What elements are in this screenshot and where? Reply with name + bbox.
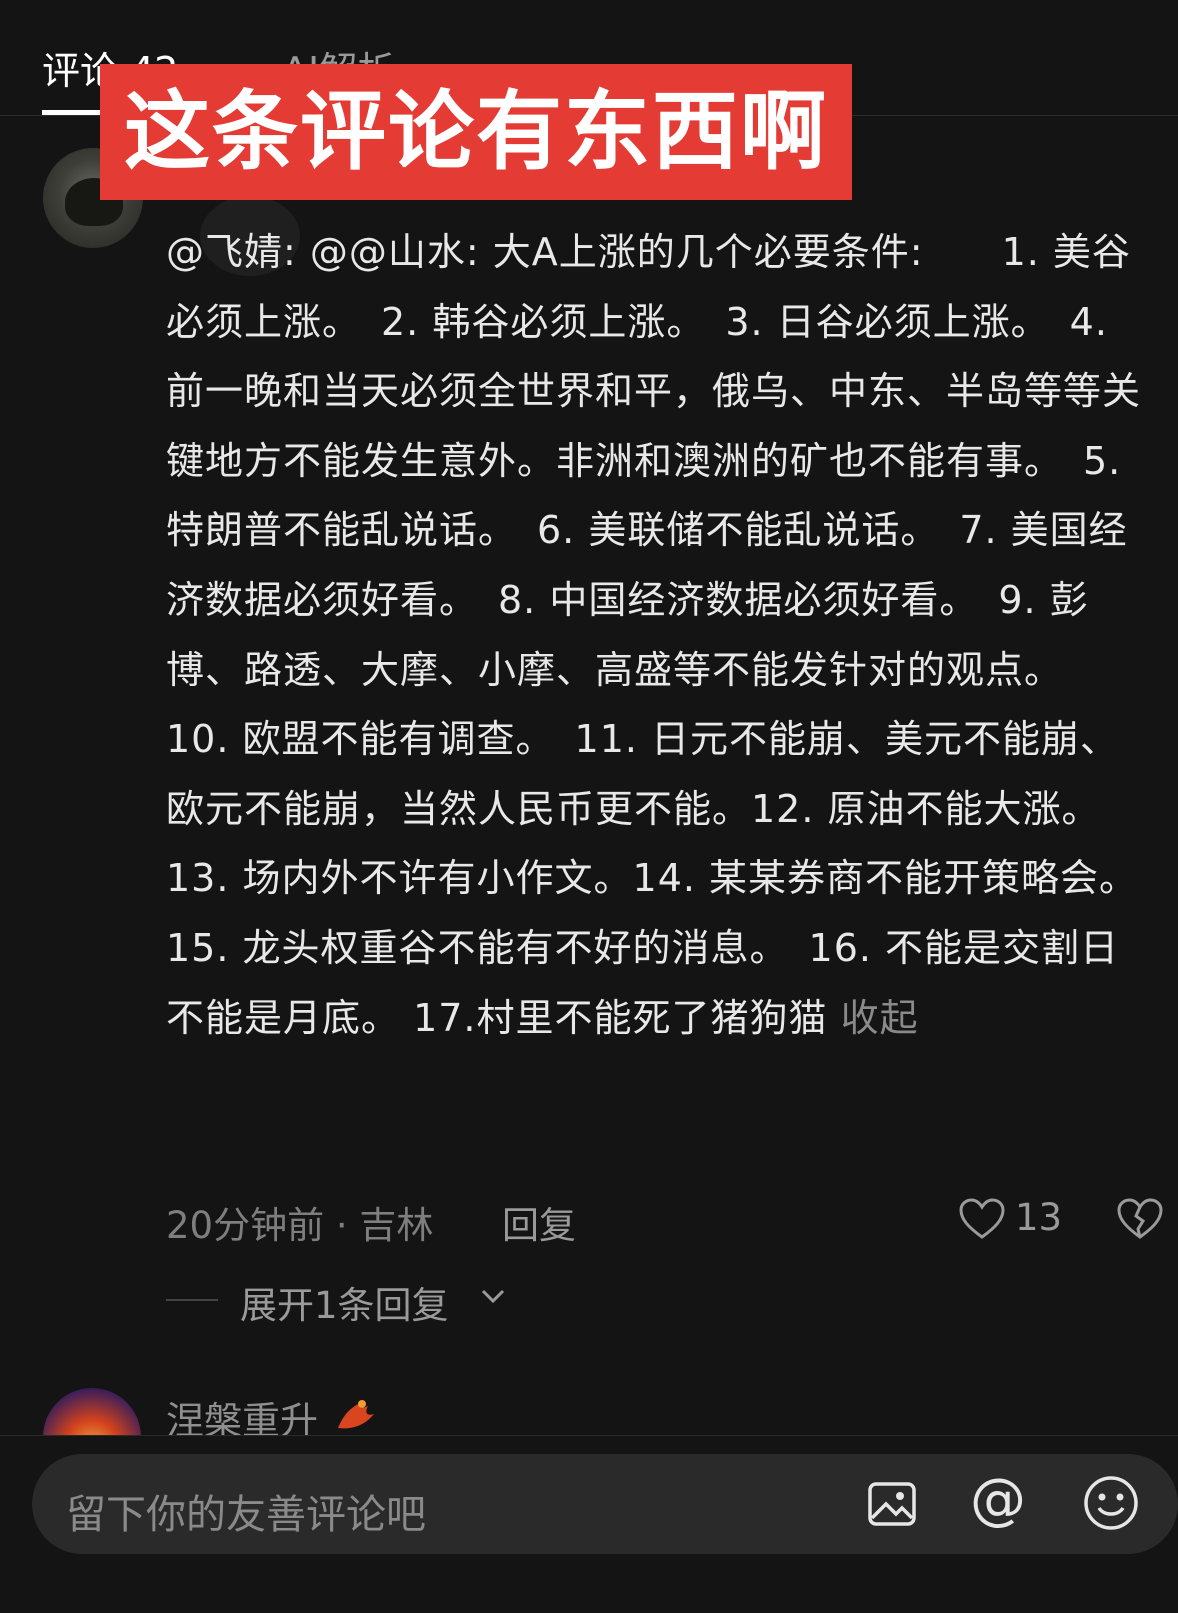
comment-body: @飞婧: @@山水: 大A上涨的几个必要条件: 1. 美谷必须上涨。 2. 韩谷… — [166, 218, 1157, 1053]
reply-button[interactable]: 回复 — [502, 1195, 576, 1249]
collapse-link[interactable]: 收起 — [841, 996, 919, 1040]
comment-input-placeholder[interactable]: 留下你的友善评论吧 — [66, 1482, 426, 1540]
comment-meta: 20分钟前 · 吉林 — [166, 1204, 434, 1247]
phoenix-badge-icon — [338, 1400, 374, 1429]
broken-heart-icon[interactable] — [1116, 1197, 1164, 1241]
comment-text: @飞婧: @@山水: 大A上涨的几个必要条件: 1. 美谷必须上涨。 2. 韩谷… — [166, 230, 1159, 1040]
smiley-icon[interactable] — [1082, 1474, 1140, 1532]
overlay-caption-banner: 这条评论有东西啊 — [100, 64, 852, 200]
image-icon[interactable] — [866, 1478, 918, 1530]
at-sign-icon[interactable]: @ — [970, 1470, 1026, 1530]
like-count: 13 — [1015, 1196, 1063, 1239]
expand-divider — [166, 1299, 218, 1301]
expand-replies-button[interactable]: 展开1条回复 — [240, 1275, 449, 1329]
heart-outline-icon[interactable] — [958, 1197, 1006, 1241]
chevron-down-icon[interactable] — [478, 1284, 508, 1308]
